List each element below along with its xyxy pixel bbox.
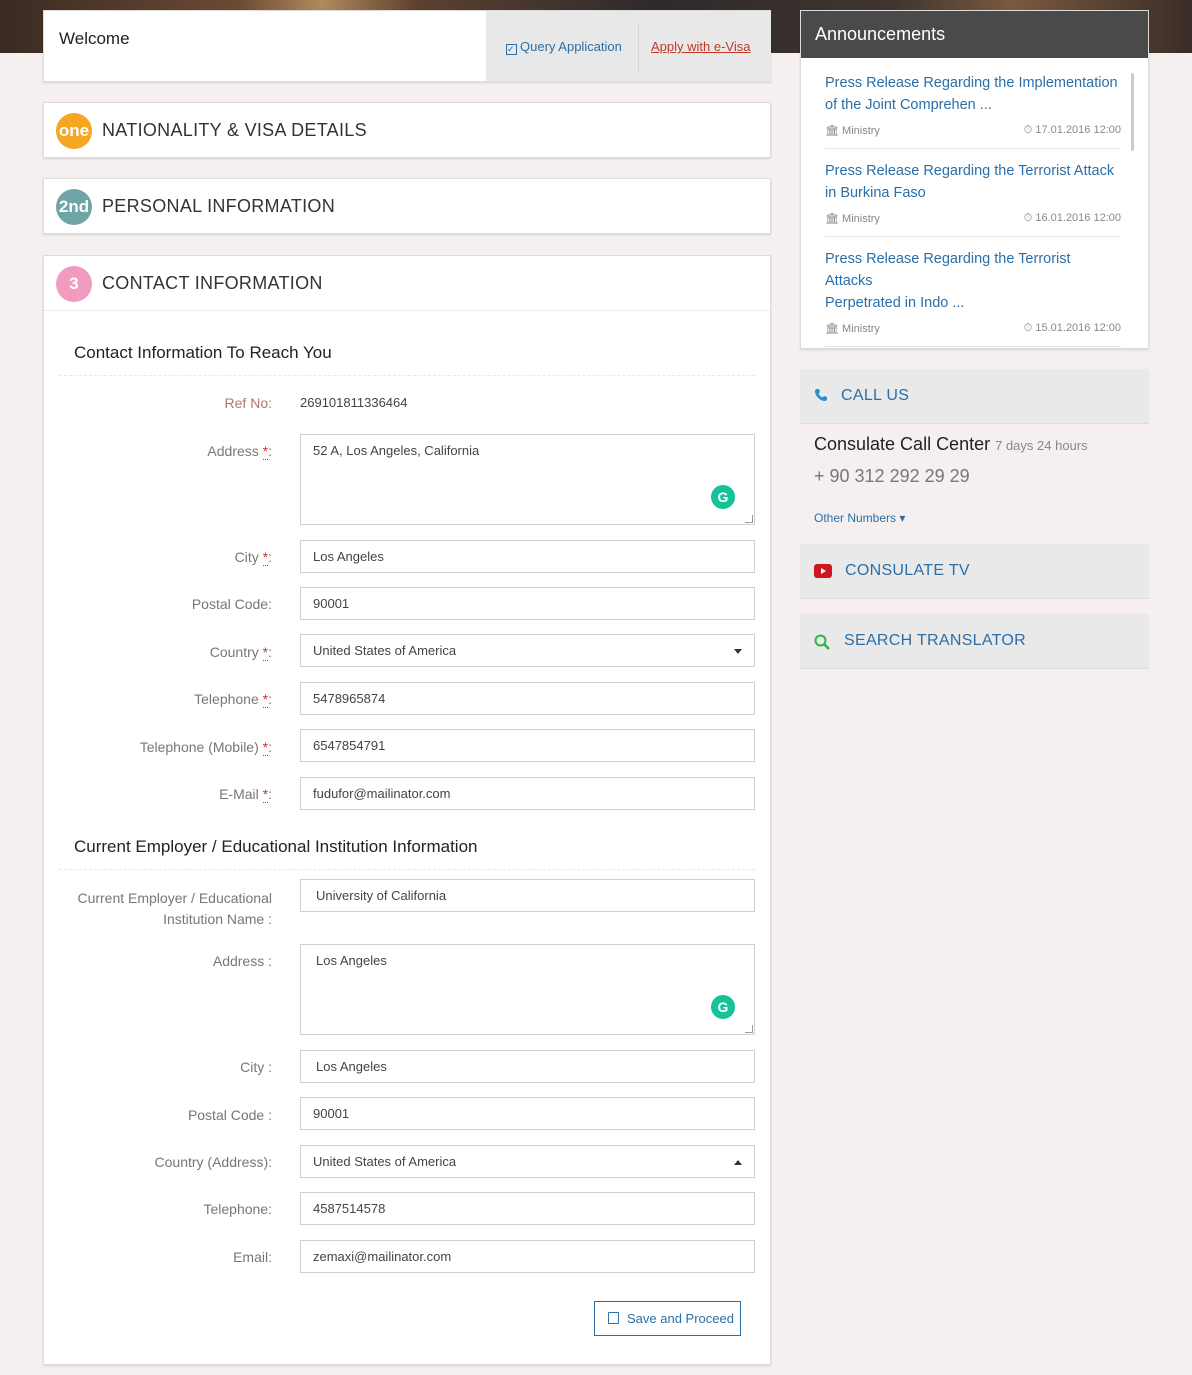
- postal-code-label: Postal Code:: [191, 596, 272, 612]
- apply-evisa-link[interactable]: Apply with e-Visa: [651, 39, 750, 54]
- consulate-call-center: Consulate Call Center 7 days 24 hours: [814, 434, 1088, 454]
- ministry-source: 🏛 Ministry: [825, 213, 880, 225]
- search-translator-title: SEARCH TRANSLATOR: [844, 632, 1027, 649]
- divider: [59, 869, 755, 870]
- contact-heading: Contact Information To Reach You: [74, 343, 332, 362]
- welcome-text: Welcome: [59, 29, 130, 48]
- email-input[interactable]: fudufor@mailinator.com: [300, 777, 755, 810]
- other-numbers-dropdown[interactable]: Other Numbers ▾: [814, 511, 905, 525]
- consulate-phone: + 90 312 292 29 29: [814, 466, 970, 486]
- header-actions: ✓ Query Application Apply with e-Visa: [486, 11, 771, 81]
- save-icon: [608, 1312, 619, 1324]
- address-label: Address *:: [207, 443, 272, 460]
- search-translator-header[interactable]: SEARCH TRANSLATOR: [800, 614, 1149, 669]
- section-title: NATIONALITY & VISA DETAILS: [102, 120, 367, 140]
- employer-address-label: Address :: [212, 953, 272, 969]
- divider: [825, 148, 1121, 149]
- divider: [638, 25, 639, 71]
- employer-heading: Current Employer / Educational Instituti…: [74, 837, 478, 856]
- step-badge: 3: [56, 266, 92, 302]
- resize-handle[interactable]: [745, 1025, 753, 1033]
- step-badge: 2nd: [56, 189, 92, 225]
- consulate-tv-title: CONSULATE TV: [845, 562, 970, 579]
- resize-handle[interactable]: [745, 515, 753, 523]
- mobile-input[interactable]: 6547854791: [300, 729, 755, 762]
- phone-icon: [815, 389, 827, 401]
- telephone-label: Telephone *:: [194, 691, 272, 708]
- section-personal[interactable]: 2nd PERSONAL INFORMATION: [43, 178, 771, 234]
- employer-postal-label: Postal Code :: [187, 1107, 272, 1123]
- employer-name-input[interactable]: University of California: [300, 879, 755, 912]
- step-badge: one: [56, 113, 92, 149]
- section-nationality[interactable]: one NATIONALITY & VISA DETAILS: [43, 102, 771, 158]
- grammarly-icon[interactable]: G: [711, 485, 735, 509]
- employer-email-input[interactable]: zemaxi@mailinator.com: [300, 1240, 755, 1273]
- employer-name-label: Current Employer / Educational Institutio…: [77, 890, 272, 927]
- caret-down-icon: ▾: [899, 511, 906, 525]
- announcement-item[interactable]: Press Release Regarding the Terrorist At…: [825, 248, 1121, 347]
- scrollbar[interactable]: [1131, 73, 1134, 151]
- welcome-bar: Welcome ✓ Query Application Apply with e-…: [43, 10, 771, 82]
- ministry-source: 🏛 Ministry: [825, 323, 880, 335]
- call-us-title: CALL US: [841, 387, 910, 404]
- call-us-header[interactable]: CALL US: [800, 369, 1149, 424]
- divider: [825, 346, 1121, 347]
- employer-email-label: Email:: [233, 1249, 272, 1265]
- country-select[interactable]: United States of America: [300, 634, 755, 667]
- youtube-icon: [814, 564, 832, 578]
- search-icon: [814, 634, 830, 650]
- divider: [59, 375, 755, 376]
- announcement-title[interactable]: Press Release Regarding the Terrorist At…: [825, 160, 1121, 204]
- city-input[interactable]: Los Angeles: [300, 540, 755, 573]
- announcement-title[interactable]: Press Release Regarding the Terrorist At…: [825, 248, 1121, 314]
- telephone-input[interactable]: 5478965874: [300, 682, 755, 715]
- employer-city-input[interactable]: Los Angeles: [300, 1050, 755, 1083]
- address-textarea[interactable]: 52 A, Los Angeles, California G: [300, 434, 755, 525]
- announcement-date: ⏱ 17.01.2016 12:00: [1023, 124, 1121, 136]
- ref-no-label: Ref No:: [224, 395, 272, 411]
- divider: [825, 236, 1121, 237]
- chevron-up-icon: [734, 1160, 742, 1165]
- chevron-down-icon: [734, 649, 742, 654]
- section-title: PERSONAL INFORMATION: [102, 196, 336, 216]
- announcement-date: ⏱ 15.01.2016 12:00: [1023, 322, 1121, 334]
- section-contact: 3 CONTACT INFORMATION Contact Informatio…: [43, 255, 771, 1365]
- divider: [44, 310, 770, 311]
- announcement-item[interactable]: Press Release Regarding the Terrorist At…: [825, 160, 1121, 237]
- postal-code-input[interactable]: 90001: [300, 587, 755, 620]
- employer-postal-input[interactable]: 90001: [300, 1097, 755, 1130]
- announcement-item[interactable]: Press Release Regarding the Implementati…: [825, 72, 1121, 149]
- country-label: Country *:: [209, 644, 272, 661]
- announcements-title: Announcements: [815, 24, 946, 44]
- email-label: E-Mail *:: [219, 786, 272, 803]
- employer-telephone-input[interactable]: 4587514578: [300, 1192, 755, 1225]
- query-application-link[interactable]: ✓ Query Application: [506, 39, 622, 55]
- mobile-label: Telephone (Mobile) *:: [139, 739, 272, 756]
- grammarly-icon[interactable]: G: [711, 995, 735, 1019]
- employer-country-select[interactable]: United States of America: [300, 1145, 755, 1178]
- checkbox-icon: ✓: [506, 44, 517, 55]
- city-label: City *:: [234, 549, 272, 566]
- announcement-title[interactable]: Press Release Regarding the Implementati…: [825, 72, 1121, 116]
- employer-city-label: City :: [240, 1059, 272, 1075]
- ministry-source: 🏛 Ministry: [825, 125, 880, 137]
- consulate-tv-header[interactable]: CONSULATE TV: [800, 544, 1149, 599]
- employer-country-label: Country (Address):: [154, 1154, 272, 1170]
- employer-telephone-label: Telephone:: [203, 1201, 272, 1217]
- announcement-date: ⏱ 16.01.2016 12:00: [1023, 212, 1121, 224]
- announcements-panel: Announcements Press Release Regarding th…: [800, 10, 1149, 349]
- section-title: CONTACT INFORMATION: [102, 273, 323, 293]
- save-and-proceed-button[interactable]: Save and Proceed: [594, 1301, 741, 1336]
- employer-address-textarea[interactable]: Los Angeles G: [300, 944, 755, 1035]
- announcements-header: Announcements: [801, 11, 1148, 58]
- ref-no-value: 269101811336464: [300, 395, 408, 410]
